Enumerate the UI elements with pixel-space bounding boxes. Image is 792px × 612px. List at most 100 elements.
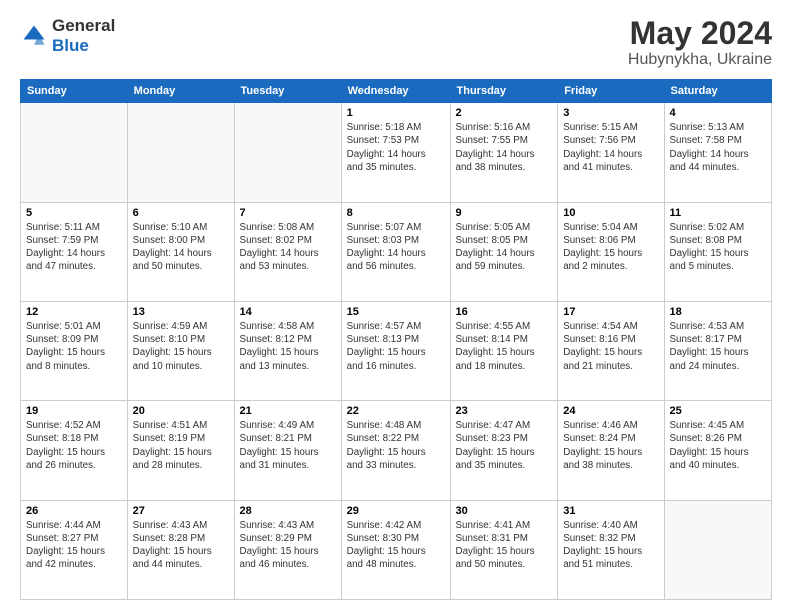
day-number: 27	[133, 505, 229, 517]
day-info: Sunrise: 4:45 AM Sunset: 8:26 PM Dayligh…	[670, 419, 767, 472]
day-info: Sunrise: 5:15 AM Sunset: 7:56 PM Dayligh…	[563, 121, 658, 174]
day-number: 19	[26, 405, 122, 417]
day-info: Sunrise: 4:40 AM Sunset: 8:32 PM Dayligh…	[563, 519, 658, 572]
day-number: 23	[456, 405, 553, 417]
calendar-week-row: 19 Sunrise: 4:52 AM Sunset: 8:18 PM Dayli…	[21, 401, 772, 500]
table-row: 24Sunrise: 4:46 AM Sunset: 8:24 PM Dayli…	[558, 401, 664, 500]
day-info: Sunrise: 5:02 AM Sunset: 8:08 PM Dayligh…	[670, 221, 767, 274]
day-info: Sunrise: 4:57 AM Sunset: 8:13 PM Dayligh…	[347, 320, 445, 373]
table-row: 26Sunrise: 4:44 AM Sunset: 8:27 PM Dayli…	[21, 500, 128, 599]
col-thursday: Thursday	[450, 80, 558, 103]
table-row: 25 Sunrise: 4:45 AM Sunset: 8:26 PM Dayli…	[664, 401, 772, 500]
table-row: 19 Sunrise: 4:52 AM Sunset: 8:18 PM Dayli…	[21, 401, 128, 500]
day-number: 25	[670, 405, 767, 417]
logo-blue: Blue	[52, 36, 115, 56]
table-row: 9 Sunrise: 5:05 AM Sunset: 8:05 PM Daylig…	[450, 202, 558, 301]
day-info: Sunrise: 4:43 AM Sunset: 8:28 PM Dayligh…	[133, 519, 229, 572]
logo-text: General Blue	[52, 16, 115, 55]
table-row: 23 Sunrise: 4:47 AM Sunset: 8:23 PM Dayli…	[450, 401, 558, 500]
logo: General Blue	[20, 16, 115, 55]
table-row: 13 Sunrise: 4:59 AM Sunset: 8:10 PM Dayli…	[127, 301, 234, 400]
table-row: 27 Sunrise: 4:43 AM Sunset: 8:28 PM Dayli…	[127, 500, 234, 599]
table-row: 28 Sunrise: 4:43 AM Sunset: 8:29 PM Dayli…	[234, 500, 341, 599]
table-row	[234, 103, 341, 202]
calendar-week-row: 26Sunrise: 4:44 AM Sunset: 8:27 PM Dayli…	[21, 500, 772, 599]
day-number: 9	[456, 207, 553, 219]
day-number: 4	[670, 107, 767, 119]
table-row: 6 Sunrise: 5:10 AM Sunset: 8:00 PM Daylig…	[127, 202, 234, 301]
day-number: 2	[456, 107, 553, 119]
day-info: Sunrise: 4:55 AM Sunset: 8:14 PM Dayligh…	[456, 320, 553, 373]
day-number: 6	[133, 207, 229, 219]
col-monday: Monday	[127, 80, 234, 103]
day-number: 8	[347, 207, 445, 219]
table-row: 14 Sunrise: 4:58 AM Sunset: 8:12 PM Dayli…	[234, 301, 341, 400]
day-info: Sunrise: 4:52 AM Sunset: 8:18 PM Dayligh…	[26, 419, 122, 472]
day-number: 17	[563, 306, 658, 318]
day-number: 7	[240, 207, 336, 219]
page: General Blue May 2024 Hubynykha, Ukraine…	[0, 0, 792, 612]
logo-general: General	[52, 16, 115, 36]
day-number: 26	[26, 505, 122, 517]
day-number: 11	[670, 207, 767, 219]
day-info: Sunrise: 4:42 AM Sunset: 8:30 PM Dayligh…	[347, 519, 445, 572]
day-info: Sunrise: 5:08 AM Sunset: 8:02 PM Dayligh…	[240, 221, 336, 274]
table-row: 10Sunrise: 5:04 AM Sunset: 8:06 PM Dayli…	[558, 202, 664, 301]
table-row: 20 Sunrise: 4:51 AM Sunset: 8:19 PM Dayli…	[127, 401, 234, 500]
day-number: 28	[240, 505, 336, 517]
day-number: 1	[347, 107, 445, 119]
day-info: Sunrise: 4:46 AM Sunset: 8:24 PM Dayligh…	[563, 419, 658, 472]
table-row: 11 Sunrise: 5:02 AM Sunset: 8:08 PM Dayli…	[664, 202, 772, 301]
day-number: 18	[670, 306, 767, 318]
table-row: 16Sunrise: 4:55 AM Sunset: 8:14 PM Dayli…	[450, 301, 558, 400]
table-row: 7 Sunrise: 5:08 AM Sunset: 8:02 PM Daylig…	[234, 202, 341, 301]
day-info: Sunrise: 5:04 AM Sunset: 8:06 PM Dayligh…	[563, 221, 658, 274]
table-row	[127, 103, 234, 202]
day-info: Sunrise: 5:05 AM Sunset: 8:05 PM Dayligh…	[456, 221, 553, 274]
day-info: Sunrise: 5:07 AM Sunset: 8:03 PM Dayligh…	[347, 221, 445, 274]
table-row: 22 Sunrise: 4:48 AM Sunset: 8:22 PM Dayli…	[341, 401, 450, 500]
col-wednesday: Wednesday	[341, 80, 450, 103]
table-row: 4 Sunrise: 5:13 AM Sunset: 7:58 PM Daylig…	[664, 103, 772, 202]
logo-icon	[20, 22, 48, 50]
day-number: 14	[240, 306, 336, 318]
day-number: 22	[347, 405, 445, 417]
day-number: 29	[347, 505, 445, 517]
calendar-table: Sunday Monday Tuesday Wednesday Thursday…	[20, 79, 772, 600]
day-number: 3	[563, 107, 658, 119]
day-info: Sunrise: 4:41 AM Sunset: 8:31 PM Dayligh…	[456, 519, 553, 572]
table-row: 8 Sunrise: 5:07 AM Sunset: 8:03 PM Daylig…	[341, 202, 450, 301]
table-row: 2Sunrise: 5:16 AM Sunset: 7:55 PM Daylig…	[450, 103, 558, 202]
calendar-week-row: 5 Sunrise: 5:11 AM Sunset: 7:59 PM Daylig…	[21, 202, 772, 301]
table-row	[21, 103, 128, 202]
day-number: 31	[563, 505, 658, 517]
day-number: 13	[133, 306, 229, 318]
table-row: 30 Sunrise: 4:41 AM Sunset: 8:31 PM Dayli…	[450, 500, 558, 599]
day-number: 5	[26, 207, 122, 219]
day-number: 12	[26, 306, 122, 318]
day-info: Sunrise: 4:47 AM Sunset: 8:23 PM Dayligh…	[456, 419, 553, 472]
table-row: 15 Sunrise: 4:57 AM Sunset: 8:13 PM Dayli…	[341, 301, 450, 400]
calendar-week-row: 12Sunrise: 5:01 AM Sunset: 8:09 PM Dayli…	[21, 301, 772, 400]
day-info: Sunrise: 4:49 AM Sunset: 8:21 PM Dayligh…	[240, 419, 336, 472]
col-sunday: Sunday	[21, 80, 128, 103]
day-info: Sunrise: 4:58 AM Sunset: 8:12 PM Dayligh…	[240, 320, 336, 373]
day-number: 15	[347, 306, 445, 318]
day-info: Sunrise: 5:11 AM Sunset: 7:59 PM Dayligh…	[26, 221, 122, 274]
day-info: Sunrise: 4:53 AM Sunset: 8:17 PM Dayligh…	[670, 320, 767, 373]
table-row: 12Sunrise: 5:01 AM Sunset: 8:09 PM Dayli…	[21, 301, 128, 400]
main-title: May 2024	[628, 16, 772, 51]
col-tuesday: Tuesday	[234, 80, 341, 103]
day-info: Sunrise: 5:13 AM Sunset: 7:58 PM Dayligh…	[670, 121, 767, 174]
day-info: Sunrise: 4:48 AM Sunset: 8:22 PM Dayligh…	[347, 419, 445, 472]
day-info: Sunrise: 4:59 AM Sunset: 8:10 PM Dayligh…	[133, 320, 229, 373]
table-row: 1Sunrise: 5:18 AM Sunset: 7:53 PM Daylig…	[341, 103, 450, 202]
table-row: 3 Sunrise: 5:15 AM Sunset: 7:56 PM Daylig…	[558, 103, 664, 202]
day-info: Sunrise: 4:43 AM Sunset: 8:29 PM Dayligh…	[240, 519, 336, 572]
table-row: 31 Sunrise: 4:40 AM Sunset: 8:32 PM Dayli…	[558, 500, 664, 599]
day-number: 20	[133, 405, 229, 417]
day-info: Sunrise: 4:51 AM Sunset: 8:19 PM Dayligh…	[133, 419, 229, 472]
day-info: Sunrise: 4:54 AM Sunset: 8:16 PM Dayligh…	[563, 320, 658, 373]
day-info: Sunrise: 5:10 AM Sunset: 8:00 PM Dayligh…	[133, 221, 229, 274]
day-number: 30	[456, 505, 553, 517]
